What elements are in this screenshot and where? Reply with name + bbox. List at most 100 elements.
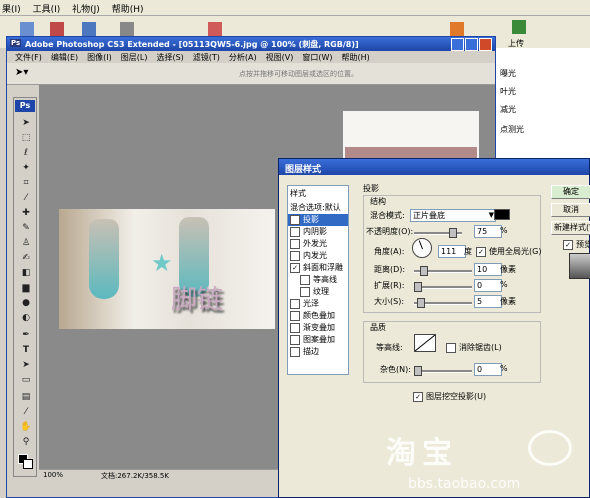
effect-item[interactable]: 内阴影 (288, 226, 348, 238)
checkbox-unchecked-icon[interactable] (290, 322, 300, 333)
shape-tool-icon[interactable]: ▭ (18, 373, 34, 387)
right-list-item[interactable]: 减光 (500, 104, 516, 115)
effect-item[interactable]: 光泽 (288, 298, 348, 310)
blend-options-item[interactable]: 混合选项:默认 (290, 202, 341, 213)
ok-button[interactable]: 确定 (551, 185, 590, 199)
toolbar-icon[interactable] (120, 22, 134, 36)
opacity-slider[interactable] (414, 228, 462, 238)
effect-item[interactable]: ✓ 投影 (288, 214, 348, 226)
minimize-button[interactable] (451, 38, 464, 51)
toolbar-icon[interactable] (20, 22, 34, 36)
history-brush-icon[interactable]: ✍ (18, 251, 34, 265)
size-slider[interactable] (414, 298, 472, 308)
top-menu-item[interactable]: 帮助(H) (112, 5, 144, 15)
contour-picker[interactable] (414, 334, 436, 352)
type-tool-icon[interactable]: T (18, 343, 34, 357)
checkbox-unchecked-icon[interactable] (290, 298, 300, 309)
eyedropper2-icon[interactable]: ⁄ (18, 405, 34, 419)
gradient-tool-icon[interactable]: ▆ (18, 281, 34, 295)
noise-input[interactable]: 0 (474, 363, 502, 376)
crop-tool-icon[interactable]: ⌗ (18, 176, 34, 190)
effect-item[interactable]: 渐变叠加 (288, 322, 348, 334)
notes-tool-icon[interactable]: ▤ (18, 390, 34, 404)
checkbox-unchecked-icon[interactable] (300, 274, 310, 285)
checkbox-unchecked-icon[interactable] (290, 310, 300, 321)
effect-item[interactable]: 外发光 (288, 238, 348, 250)
status-zoom[interactable]: 100% (43, 471, 63, 479)
ps-menu-item[interactable]: 视图(V) (266, 53, 294, 62)
right-list-item[interactable]: 点测光 (500, 124, 524, 135)
effect-item[interactable]: 描边 (288, 346, 348, 358)
top-menu-item[interactable]: 礼物(J) (72, 5, 100, 15)
styles-header[interactable]: 样式 (290, 188, 306, 199)
eyedropper-icon[interactable]: ⁄ (18, 191, 34, 205)
checkbox-checked-icon[interactable]: ✓ (290, 262, 300, 273)
ps-menu-item[interactable]: 窗口(W) (302, 53, 332, 62)
move-tool-icon[interactable]: ➤▾ (15, 67, 28, 78)
right-list-item[interactable]: 曝光 (500, 68, 516, 79)
eraser-tool-icon[interactable]: ◧ (18, 266, 34, 280)
distance-input[interactable]: 10 (474, 263, 502, 276)
effect-item[interactable]: 图案叠加 (288, 334, 348, 346)
right-list-item[interactable]: 叶光 (500, 86, 516, 97)
toolbar-icon[interactable] (208, 22, 222, 36)
dodge-tool-icon[interactable]: ◐ (18, 311, 34, 325)
size-input[interactable]: 5 (474, 295, 502, 308)
noise-slider[interactable] (414, 366, 472, 376)
magic-wand-icon[interactable]: ✦ (18, 161, 34, 175)
top-menu-item[interactable]: 工具(I) (33, 5, 61, 15)
checkbox-unchecked-icon[interactable] (290, 226, 300, 237)
close-button[interactable] (479, 38, 492, 51)
effect-item[interactable]: 等高线 (288, 274, 348, 286)
knockout-checkbox[interactable]: ✓ 图层挖空投影(U) (413, 391, 486, 402)
healing-brush-icon[interactable]: ✚ (18, 206, 34, 220)
toolbar-icon[interactable] (450, 22, 464, 36)
hand-tool-icon[interactable]: ✋ (18, 420, 34, 434)
ps-menu-item[interactable]: 分析(A) (229, 53, 257, 62)
distance-slider-knob[interactable] (420, 266, 428, 276)
effect-item[interactable]: ✓ 斜面和浮雕 (288, 262, 348, 274)
checkbox-unchecked-icon[interactable] (290, 238, 300, 249)
spread-slider-knob[interactable] (414, 282, 422, 292)
move-tool-icon[interactable]: ➤ (18, 116, 34, 130)
brush-tool-icon[interactable]: ✎ (18, 221, 34, 235)
spread-slider[interactable] (414, 282, 472, 292)
angle-input[interactable]: 111 (438, 245, 466, 258)
zoom-tool-icon[interactable]: ⚲ (18, 435, 34, 449)
blend-mode-select[interactable]: 正片叠底 ▼ (410, 209, 496, 222)
checkbox-unchecked-icon[interactable] (300, 286, 310, 297)
distance-slider[interactable] (414, 266, 472, 276)
background-color-swatch[interactable] (23, 459, 33, 469)
checkbox-unchecked-icon[interactable] (290, 334, 300, 345)
opacity-input[interactable]: 75 (474, 225, 502, 238)
toolbar-icon[interactable] (82, 22, 96, 36)
new-style-button[interactable]: 新建样式(W)... (551, 221, 590, 235)
size-slider-knob[interactable] (417, 298, 425, 308)
checkbox-unchecked-icon[interactable] (290, 346, 300, 357)
spread-input[interactable]: 0 (474, 279, 502, 292)
checkbox-unchecked-icon[interactable] (290, 250, 300, 261)
path-select-icon[interactable]: ➤ (18, 358, 34, 372)
top-menu-item[interactable]: 果(I) (2, 5, 21, 15)
effect-item[interactable]: 颜色叠加 (288, 310, 348, 322)
cancel-button[interactable]: 取消 (551, 203, 590, 217)
stamp-tool-icon[interactable]: ♙ (18, 236, 34, 250)
angle-dial[interactable] (412, 238, 432, 258)
noise-slider-knob[interactable] (414, 366, 422, 376)
maximize-button[interactable] (465, 38, 478, 51)
ps-menu-item[interactable]: 选择(S) (156, 53, 183, 62)
antialias-checkbox[interactable]: 消除锯齿(L) (446, 342, 502, 353)
ps-menu-item[interactable]: 图层(L) (121, 53, 148, 62)
upload-icon[interactable] (512, 20, 526, 34)
checkbox-checked-icon[interactable]: ✓ (290, 214, 300, 225)
toolbar-icon[interactable] (50, 22, 64, 36)
ps-menu-item[interactable]: 编辑(E) (51, 53, 78, 62)
ps-menu-item[interactable]: 帮助(H) (342, 53, 370, 62)
shadow-color-swatch[interactable] (494, 209, 510, 220)
ps-menu-item[interactable]: 文件(F) (15, 53, 42, 62)
marquee-tool-icon[interactable]: ⬚ (18, 131, 34, 145)
pen-tool-icon[interactable]: ✒ (18, 328, 34, 342)
ps-menu-item[interactable]: 滤镜(T) (193, 53, 220, 62)
preview-checkbox[interactable]: ✓预览(V) (563, 239, 590, 250)
lasso-tool-icon[interactable]: ℓ (18, 146, 34, 160)
